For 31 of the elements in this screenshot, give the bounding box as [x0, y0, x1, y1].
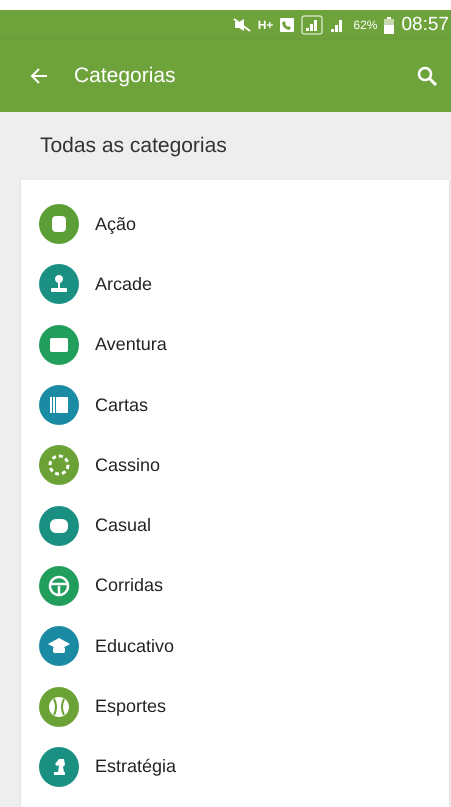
- category-icon[interactable]: [39, 385, 79, 426]
- section-title: Todas as categorias: [39, 133, 228, 159]
- category-label[interactable]: Estratégia: [95, 756, 176, 778]
- back-button[interactable]: [30, 67, 48, 85]
- network-type: H+: [258, 18, 274, 32]
- category-icon[interactable]: [39, 626, 79, 666]
- category-icon[interactable]: [39, 746, 79, 787]
- category-label[interactable]: Cassino: [95, 454, 160, 476]
- category-label[interactable]: Educativo: [95, 636, 174, 657]
- search-button[interactable]: [417, 66, 437, 86]
- category-icon[interactable]: [39, 686, 79, 727]
- category-label[interactable]: Aventura: [95, 334, 167, 356]
- category-label[interactable]: Arcade: [95, 274, 152, 295]
- battery-level: 62%: [353, 18, 378, 32]
- signal-icon: [301, 15, 324, 35]
- phone-icon: [280, 18, 294, 32]
- category-icon[interactable]: [39, 324, 79, 365]
- category-icon[interactable]: [39, 506, 79, 546]
- category-icon[interactable]: [39, 264, 79, 304]
- category-label[interactable]: Casual: [95, 515, 152, 536]
- category-label[interactable]: Cartas: [95, 394, 148, 416]
- battery-icon: [384, 16, 394, 34]
- screen-title: Categorias: [74, 64, 177, 88]
- category-icon[interactable]: [39, 566, 79, 606]
- category-label[interactable]: Corridas: [95, 575, 164, 596]
- mute-icon: [232, 18, 251, 32]
- clock: 08:57: [401, 14, 449, 36]
- category-icon[interactable]: [39, 204, 79, 244]
- category-label[interactable]: Esportes: [95, 696, 166, 718]
- category-icon[interactable]: [39, 445, 79, 486]
- category-label[interactable]: Ação: [95, 214, 136, 235]
